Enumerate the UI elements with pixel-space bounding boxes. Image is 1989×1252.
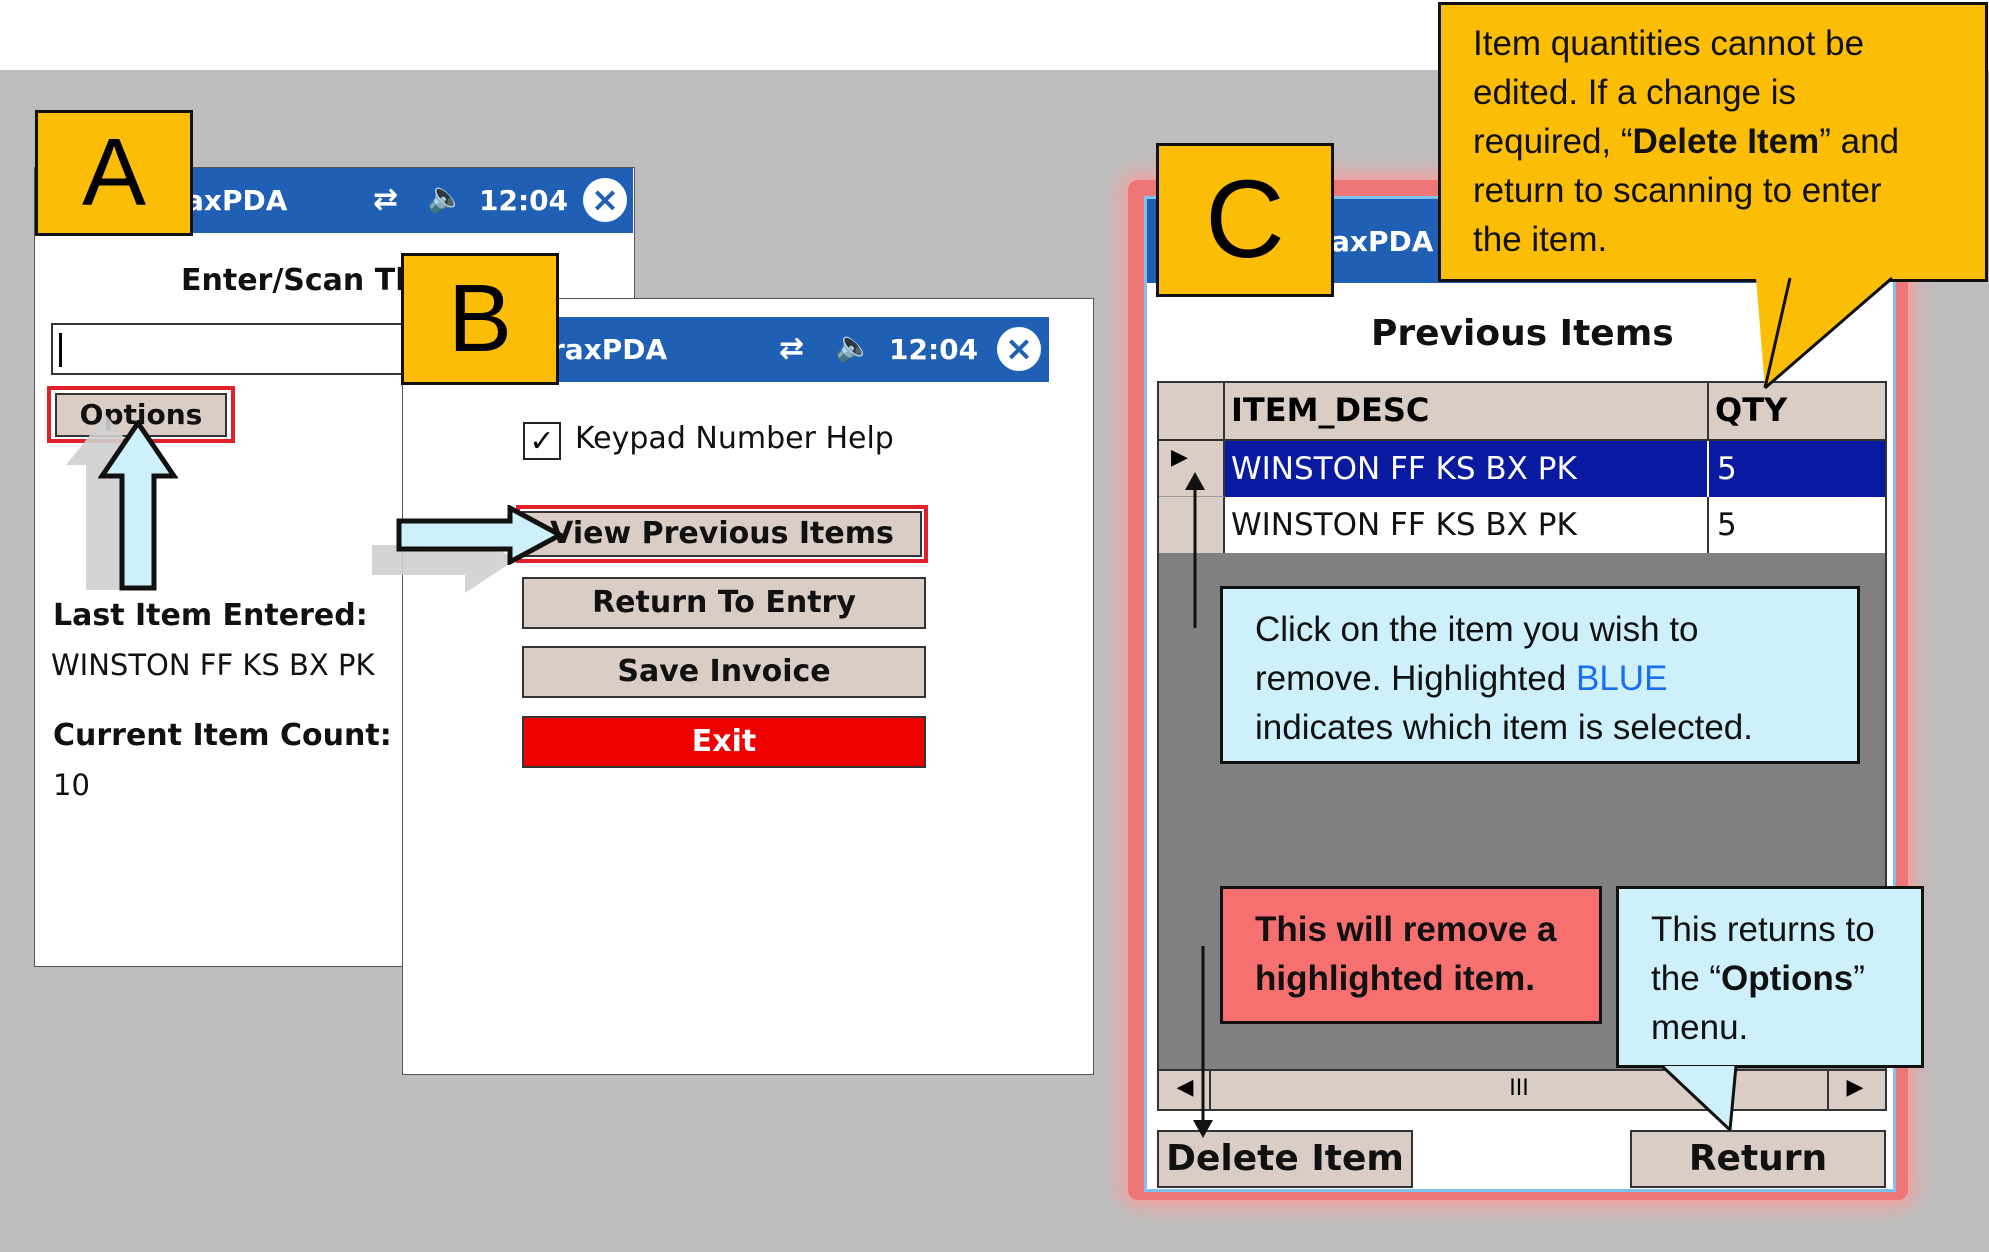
horizontal-scrollbar[interactable]: ◀ III ▶ <box>1159 1069 1885 1109</box>
callout-line: menu. <box>1651 1008 1749 1047</box>
callout-line: return to scanning to enter <box>1473 171 1882 210</box>
exit-button[interactable]: Exit <box>522 716 926 768</box>
callout-line: remove. Highlighted BLUE <box>1255 654 1857 703</box>
table-row-qty[interactable]: 5 <box>1709 441 1885 497</box>
row-pointer-arrow <box>1185 472 1205 628</box>
callout-line: the item. <box>1473 220 1608 259</box>
window-a-title: axPDA <box>185 184 288 217</box>
callout-line: Click on the item you wish to <box>1255 610 1699 649</box>
speaker-icon: 🔈 <box>427 180 465 215</box>
callout-line: edited. If a change is <box>1473 73 1796 112</box>
return-to-entry-button[interactable]: Return To Entry <box>522 577 926 629</box>
callout-line: This will remove a <box>1255 910 1557 949</box>
connectivity-icon: ⇄ <box>373 182 399 217</box>
arrow-right-icon <box>396 505 566 565</box>
table-row-desc[interactable]: WINSTON FF KS BX PK <box>1225 441 1709 497</box>
delete-pointer-arrow <box>1193 946 1213 1138</box>
keypad-help-checkbox[interactable]: ✓ <box>523 422 561 460</box>
callout-line: highlighted item. <box>1255 959 1535 998</box>
return-button[interactable]: Return <box>1630 1130 1886 1188</box>
label-a: A <box>35 110 193 236</box>
table-row-qty[interactable]: 5 <box>1709 497 1885 553</box>
callout-text: ” and <box>1819 122 1900 161</box>
last-item-label: Last Item Entered: <box>53 598 368 633</box>
previous-items-heading: Previous Items <box>1371 313 1674 354</box>
callout-line: This returns to <box>1651 910 1875 949</box>
return-callout: This returns to the “Options” menu. <box>1616 886 1924 1068</box>
label-c: C <box>1156 143 1334 297</box>
return-callout-pointer <box>1660 1064 1738 1132</box>
blue-highlight-word: BLUE <box>1576 659 1668 698</box>
window-b-title: raxPDA <box>551 333 668 366</box>
column-header-desc[interactable]: ITEM_DESC <box>1225 383 1709 441</box>
clock-time: 12:04 <box>889 333 979 366</box>
callout-bold-text: Options <box>1721 959 1854 998</box>
speaker-icon: 🔈 <box>835 329 873 364</box>
callout-text: ” <box>1853 959 1865 998</box>
arrow-up-icon <box>98 420 178 591</box>
select-item-callout: Click on the item you wish to remove. Hi… <box>1220 586 1860 764</box>
callout-line: indicates which item is selected. <box>1255 708 1753 747</box>
keypad-help-label: Keypad Number Help <box>575 421 894 456</box>
scroll-right-icon[interactable]: ▶ <box>1835 1075 1875 1105</box>
close-icon[interactable]: × <box>583 178 627 222</box>
label-b: B <box>401 253 559 385</box>
callout-line: Item quantities cannot be <box>1473 24 1865 63</box>
text-cursor <box>59 333 62 367</box>
clock-time: 12:04 <box>479 184 569 217</box>
callout-text: remove. Highlighted <box>1255 659 1576 698</box>
row-header-corner <box>1159 383 1225 441</box>
quantity-callout: Item quantities cannot be edited. If a c… <box>1438 2 1988 282</box>
callout-line: required, “Delete Item” and <box>1473 117 1985 166</box>
window-b-titlebar: raxPDA ⇄ 🔈 12:04 × <box>551 317 1049 382</box>
count-label: Current Item Count: <box>53 718 392 753</box>
callout-line: the “Options” <box>1651 954 1921 1003</box>
table-row-desc[interactable]: WINSTON FF KS BX PK <box>1225 497 1709 553</box>
connectivity-icon: ⇄ <box>779 331 805 366</box>
remove-item-callout: This will remove a highlighted item. <box>1220 886 1602 1024</box>
callout-text: required, “ <box>1473 122 1633 161</box>
window-c-title: axPDA <box>1331 225 1434 258</box>
save-invoice-button[interactable]: Save Invoice <box>522 646 926 698</box>
count-value: 10 <box>53 768 90 802</box>
callout-bold-text: Delete Item <box>1632 122 1820 161</box>
callout-text: the “ <box>1651 959 1722 998</box>
close-icon[interactable]: × <box>997 327 1041 371</box>
callout-pointer-fix <box>1756 276 1893 390</box>
entry-prompt: Enter/Scan Th <box>181 263 417 298</box>
last-item-value: WINSTON FF KS BX PK <box>51 648 375 682</box>
view-previous-items-button[interactable]: View Previous Items <box>522 511 922 557</box>
